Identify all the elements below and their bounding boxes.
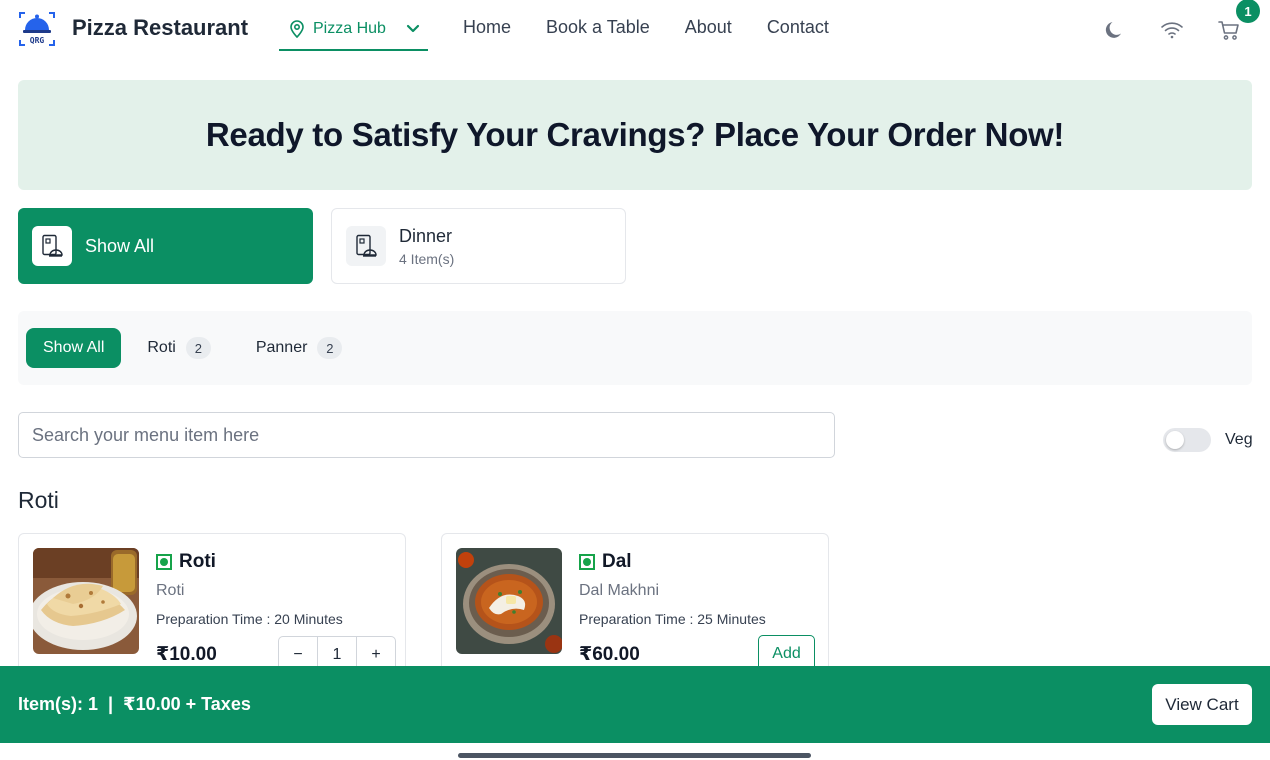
- filter-label: Roti: [147, 339, 176, 356]
- veg-toggle[interactable]: [1163, 428, 1211, 452]
- top-navbar: QRG Pizza Restaurant Pizza Hub Home Book…: [0, 0, 1270, 58]
- cart-icon[interactable]: [1217, 18, 1241, 42]
- filter-roti[interactable]: Roti 2: [130, 328, 227, 368]
- menu-category-icon: [32, 226, 72, 266]
- menu-search-input[interactable]: [18, 412, 835, 458]
- category-item-count: 4 Item(s): [399, 250, 455, 267]
- item-image-dal: [456, 548, 562, 654]
- moon-icon[interactable]: [1102, 18, 1126, 42]
- item-price: ₹60.00: [579, 644, 640, 665]
- veg-indicator-icon: [156, 554, 172, 570]
- location-pin-icon: [290, 19, 304, 38]
- main-nav: Home Book a Table About Contact: [463, 17, 829, 38]
- veg-indicator-icon: [579, 554, 595, 570]
- category-card-show-all[interactable]: Show All: [18, 208, 313, 284]
- item-name: Dal: [602, 551, 632, 572]
- toggle-knob: [1166, 431, 1184, 449]
- filter-label: Show All: [43, 339, 105, 356]
- wifi-icon[interactable]: [1160, 18, 1184, 42]
- cart-summary-text: Item(s): 1 | ₹10.00 + Taxes: [18, 694, 251, 714]
- category-card-dinner[interactable]: Dinner 4 Item(s): [331, 208, 626, 284]
- item-description: Roti: [156, 582, 185, 599]
- brand-name: Pizza Restaurant: [72, 15, 249, 40]
- category-title: Show All: [85, 235, 155, 256]
- svg-text:QRG: QRG: [30, 36, 45, 45]
- nav-home[interactable]: Home: [463, 17, 511, 38]
- menu-category-icon: [346, 226, 386, 266]
- category-title: Dinner: [399, 225, 453, 246]
- home-indicator[interactable]: [458, 753, 811, 758]
- filter-label: Panner: [255, 339, 308, 356]
- item-prep-time: Preparation Time : 25 Minutes: [579, 611, 766, 627]
- item-prep-time: Preparation Time : 20 Minutes: [156, 611, 343, 627]
- item-price: ₹10.00: [156, 644, 217, 665]
- filter-count-badge: 2: [317, 337, 343, 359]
- nav-contact[interactable]: Contact: [767, 17, 829, 38]
- section-title: Roti: [18, 487, 59, 513]
- cart-summary-bar: Item(s): 1 | ₹10.00 + Taxes View Cart: [0, 666, 1270, 743]
- item-image-roti: [33, 548, 139, 654]
- filter-show-all[interactable]: Show All: [26, 328, 122, 368]
- subcategory-filter-bar: Show All Roti 2 Panner 2: [18, 311, 1252, 385]
- hero-banner: Ready to Satisfy Your Cravings? Place Yo…: [18, 80, 1252, 190]
- view-cart-button[interactable]: View Cart: [1152, 684, 1252, 725]
- menu-item-card: Dal Dal Makhni Preparation Time : 25 Min…: [441, 533, 829, 683]
- menu-item-card: Roti Roti Preparation Time : 20 Minutes …: [18, 533, 406, 683]
- filter-count-badge: 2: [185, 337, 211, 359]
- cart-count-badge: 1: [1236, 0, 1260, 23]
- page: QRG Pizza Restaurant Pizza Hub Home Book…: [0, 0, 1270, 760]
- filter-panner[interactable]: Panner 2: [239, 328, 360, 368]
- chevron-down-icon: [406, 24, 420, 32]
- hero-title: Ready to Satisfy Your Cravings? Place Yo…: [205, 116, 1065, 153]
- item-description: Dal Makhni: [579, 582, 660, 599]
- nav-book-table[interactable]: Book a Table: [546, 17, 650, 38]
- location-label: Pizza Hub: [313, 19, 386, 37]
- item-name: Roti: [179, 551, 216, 572]
- nav-about[interactable]: About: [685, 17, 732, 38]
- location-selector[interactable]: Pizza Hub: [279, 8, 428, 51]
- veg-toggle-label: Veg: [1225, 431, 1253, 448]
- logo-icon[interactable]: QRG: [17, 9, 57, 49]
